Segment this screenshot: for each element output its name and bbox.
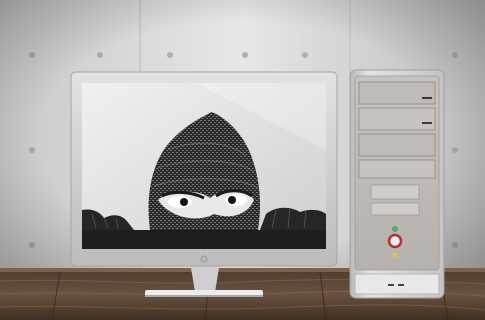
monitor-screen: [82, 83, 326, 249]
scene-illustration: [0, 0, 485, 320]
pc-tower: [349, 69, 445, 299]
drive-eject-slot-icon: [422, 122, 432, 124]
hdd-led-icon: [392, 252, 398, 258]
drive-bays: [358, 81, 436, 179]
monitor-power-led-icon: [200, 255, 208, 263]
activity-led-icon: [392, 226, 398, 232]
power-button-icon: [387, 233, 403, 249]
photo-scene: [0, 0, 485, 320]
drive-eject-slot-icon: [422, 97, 432, 99]
tower-bottom-vent: [354, 273, 440, 295]
front-card-reader: [370, 202, 420, 216]
computer-monitor: [70, 71, 338, 297]
front-usb-panel: [370, 184, 420, 200]
